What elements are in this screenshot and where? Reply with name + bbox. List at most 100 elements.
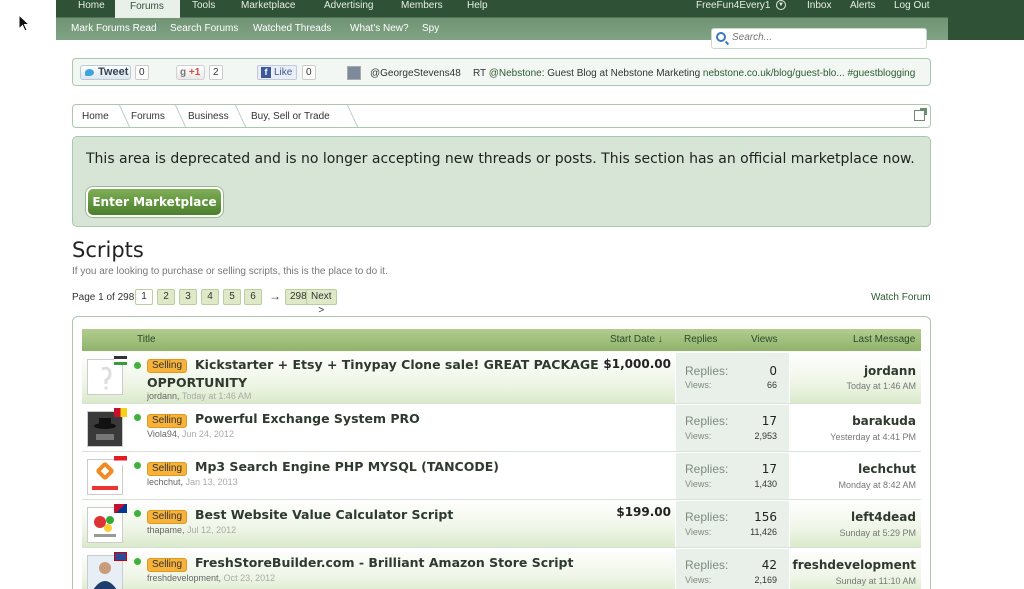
fb-like-button[interactable]: Like (257, 65, 297, 80)
nav-advertising[interactable]: Advertising (324, 0, 373, 11)
thread-author[interactable]: Viola94 (147, 429, 177, 439)
table-row[interactable]: Replies: 17 Views: 1,430 lechchut Monday… (82, 453, 921, 500)
row-stats: Replies: 17 Views: 2,953 (676, 405, 789, 452)
user-menu-chevron-icon[interactable]: ▼ (776, 0, 786, 10)
subnav-search-forums[interactable]: Search Forums (170, 23, 238, 34)
flag-icon (114, 504, 127, 513)
thread-meta: jordann, Today at 1:46 AM (147, 391, 252, 401)
thread-author[interactable]: lechchut (147, 477, 181, 487)
prefix-badge[interactable]: Selling (147, 558, 188, 572)
thread-title[interactable]: Kickstarter + Etsy + Tinypay Clone sale!… (195, 357, 599, 372)
thread-title[interactable]: Best Website Value Calculator Script (195, 507, 453, 522)
last-poster[interactable]: lechchut (858, 462, 916, 476)
page-1[interactable]: 1 (135, 289, 153, 305)
thread-date: Today at 1:46 AM (181, 391, 252, 401)
search-box[interactable] (711, 28, 927, 49)
thread-title[interactable]: Mp3 Search Engine PHP MYSQL (TANCODE) (195, 459, 499, 474)
views-count: 1,430 (754, 479, 777, 489)
subnav-spy[interactable]: Spy (422, 23, 439, 34)
nav-forums[interactable]: Forums (130, 1, 164, 12)
nav-user[interactable]: FreeFun4Every1 (696, 0, 770, 11)
thread-author[interactable]: jordann (147, 391, 177, 401)
thread-author[interactable]: freshdevelopment (147, 573, 219, 583)
breadcrumb-buy-sell-trade[interactable]: Buy, Sell or Trade (251, 111, 330, 122)
nav-logout[interactable]: Log Out (894, 0, 930, 11)
table-row[interactable]: Replies: 0 Views: 66 jordann Today at 1:… (82, 353, 921, 404)
prefix-badge[interactable]: Selling (147, 462, 188, 476)
last-poster[interactable]: jordann (864, 364, 916, 378)
next-page-button[interactable]: Next > (306, 289, 337, 316)
replies-label: Replies: (685, 364, 729, 378)
prefix-badge[interactable]: Selling (147, 414, 188, 428)
last-post-time[interactable]: Yesterday at 4:41 PM (830, 432, 916, 442)
row-divider (82, 451, 921, 452)
nav-marketplace[interactable]: Marketplace (241, 0, 295, 11)
last-post-time[interactable]: Today at 1:46 AM (846, 381, 916, 391)
row-last-message: jordann Today at 1:46 AM (790, 353, 921, 404)
subnav-watched-threads[interactable]: Watched Threads (253, 23, 331, 34)
breadcrumb-forums[interactable]: Forums (131, 111, 165, 122)
thread-title[interactable]: Powerful Exchange System PRO (195, 411, 420, 426)
thread-date: Jun 24, 2012 (181, 429, 234, 439)
column-title[interactable]: Title (137, 334, 156, 345)
replies-count: 42 (761, 558, 777, 572)
nav-home[interactable]: Home (78, 0, 105, 11)
search-input[interactable] (732, 32, 922, 43)
column-views[interactable]: Views (751, 334, 778, 345)
tweet-rt: RT (473, 68, 486, 79)
breadcrumb-separator (337, 105, 359, 127)
thread-list-header: Title Start Date ↓ Replies Views Last Me… (82, 329, 921, 351)
page-jump-arrow-icon[interactable]: → (269, 289, 281, 303)
nav-tools[interactable]: Tools (192, 0, 215, 11)
tweet-button[interactable]: Tweet (80, 65, 131, 80)
last-poster[interactable]: freshdevelopment (792, 558, 916, 572)
page-2[interactable]: 2 (157, 289, 175, 305)
row-stats: Replies: 0 Views: 66 (676, 353, 789, 404)
column-last-message[interactable]: Last Message (853, 334, 915, 345)
tweet-link[interactable]: nebstone.co.uk/blog/guest-blo... (703, 68, 845, 79)
nav-help[interactable]: Help (467, 0, 488, 11)
subnav-whats-new[interactable]: What's New? (350, 23, 409, 34)
watch-forum-link[interactable]: Watch Forum (871, 292, 931, 303)
breadcrumb-home[interactable]: Home (82, 111, 109, 122)
subnav-mark-read[interactable]: Mark Forums Read (71, 23, 157, 34)
calculator-logo-icon (94, 516, 116, 537)
tweet-mention[interactable]: @Nebstone (489, 68, 542, 79)
last-post-time[interactable]: Sunday at 5:29 PM (839, 528, 916, 538)
table-row[interactable]: Replies: 42 Views: 2,169 freshdevelopmen… (82, 549, 921, 589)
gplus-button[interactable]: g +1 (176, 65, 205, 80)
row-divider (82, 499, 921, 500)
tweet-hashtag[interactable]: #guestblogging (847, 68, 915, 79)
thread-meta: Viola94, Jun 24, 2012 (147, 429, 234, 439)
page-4[interactable]: 4 (201, 289, 219, 305)
notice-text: This area is deprecated and is no longer… (86, 151, 915, 167)
row-divider (82, 547, 921, 548)
column-start-date[interactable]: Start Date ↓ (610, 334, 663, 345)
table-row[interactable]: Replies: 17 Views: 2,953 barakuda Yester… (82, 405, 921, 452)
nav-inbox[interactable]: Inbox (807, 0, 831, 11)
row-divider (82, 403, 921, 404)
page-3[interactable]: 3 (179, 289, 197, 305)
last-post-time[interactable]: Sunday at 11:10 AM (836, 576, 916, 586)
external-link-icon[interactable] (914, 108, 927, 121)
table-row[interactable]: Replies: 156 Views: 11,426 left4dead Sun… (82, 501, 921, 548)
last-poster[interactable]: barakuda (852, 414, 916, 428)
column-replies[interactable]: Replies (684, 334, 717, 345)
thread-title-continued[interactable]: OPPORTUNITY (147, 375, 247, 390)
thread-title[interactable]: FreshStoreBuilder.com - Brilliant Amazon… (195, 555, 573, 570)
prefix-badge[interactable]: Selling (147, 359, 188, 373)
twitter-user[interactable]: @GeorgeStevens48 (370, 68, 461, 79)
last-post-time[interactable]: Monday at 8:42 AM (838, 480, 916, 490)
enter-marketplace-button[interactable]: Enter Marketplace (86, 187, 223, 217)
nav-members[interactable]: Members (401, 0, 443, 11)
thread-list: Title Start Date ↓ Replies Views Last Me… (72, 316, 931, 589)
search-icon (716, 32, 726, 42)
page-6[interactable]: 6 (244, 289, 262, 305)
page-5[interactable]: 5 (223, 289, 241, 305)
flag-icon (114, 356, 127, 365)
thread-author[interactable]: thapame (147, 525, 182, 535)
last-poster[interactable]: left4dead (851, 510, 916, 524)
nav-alerts[interactable]: Alerts (850, 0, 876, 11)
prefix-badge[interactable]: Selling (147, 510, 188, 524)
breadcrumb-business[interactable]: Business (188, 111, 229, 122)
